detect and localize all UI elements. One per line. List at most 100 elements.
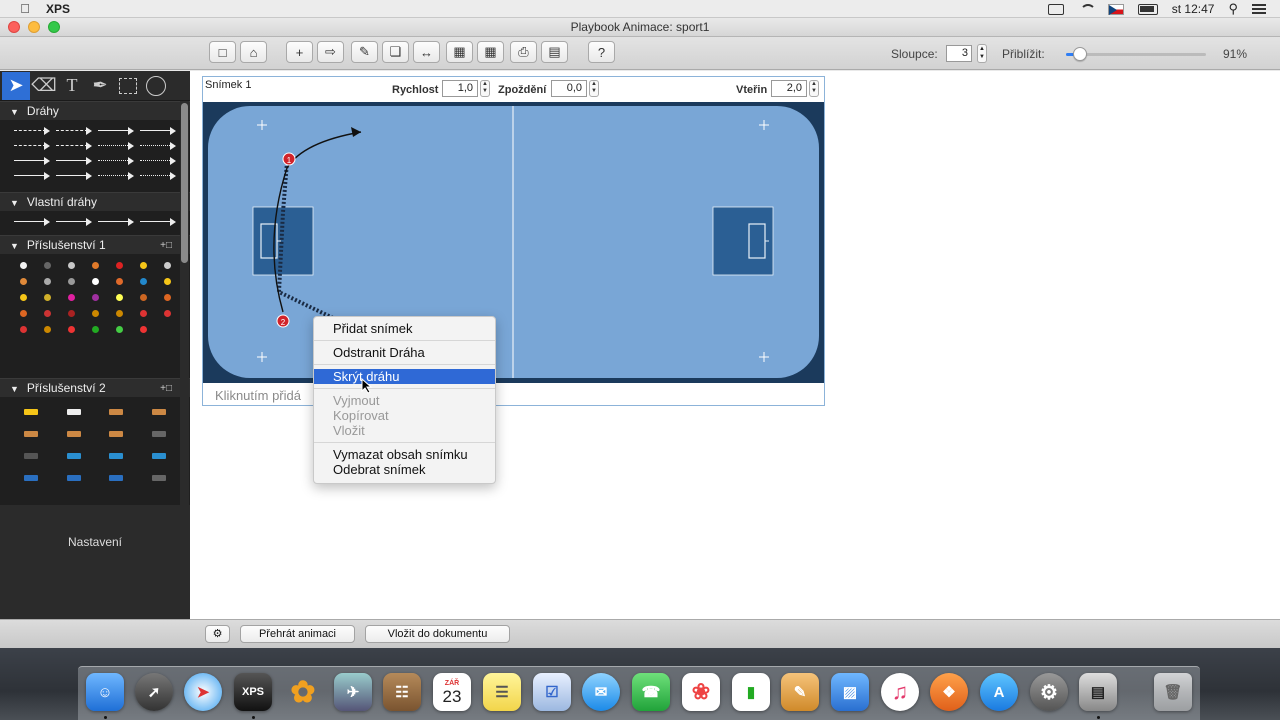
pages-icon[interactable]: ✎ (781, 673, 819, 711)
accessory-item[interactable] (108, 322, 130, 336)
path-item[interactable] (54, 124, 94, 137)
palette-scrollbar[interactable] (180, 101, 189, 531)
accessory-item[interactable] (108, 274, 130, 288)
path-item[interactable] (54, 154, 94, 167)
seconds-field[interactable]: 2,0 (771, 80, 807, 97)
path-item[interactable] (12, 154, 52, 167)
open-folder-button[interactable]: ⌂ (240, 41, 267, 63)
accessory-item[interactable] (156, 306, 178, 320)
accessory-item[interactable] (57, 449, 92, 463)
flower-app-icon[interactable]: ✿ (284, 673, 322, 711)
accessory-item[interactable] (84, 290, 106, 304)
calendar-icon[interactable]: ZÁŘ 23 (433, 673, 471, 711)
accessory-item[interactable] (57, 405, 92, 419)
close-window-button[interactable] (8, 21, 20, 33)
section-custom-paths[interactable]: ▼ Vlastní dráhy (0, 192, 190, 211)
columns-field[interactable]: 3 (946, 45, 972, 62)
path-item[interactable] (96, 169, 136, 182)
path-item[interactable] (138, 124, 178, 137)
section-accessories-1[interactable]: ▼ Příslušenství 1 +□ (0, 235, 190, 254)
accessory-item[interactable] (60, 274, 82, 288)
path-item[interactable] (138, 169, 178, 182)
accessory-item[interactable] (156, 274, 178, 288)
accessory-item[interactable] (108, 290, 130, 304)
path-item[interactable] (138, 154, 178, 167)
export-pdf-button[interactable]: ▤ (541, 41, 568, 63)
notes-icon[interactable]: ☰ (483, 673, 521, 711)
accessory-item[interactable] (60, 290, 82, 304)
print-button[interactable]: ⎙ (510, 41, 537, 63)
custom-path-item[interactable] (54, 215, 94, 228)
accessory-item[interactable] (14, 471, 49, 485)
accessory-item[interactable] (12, 274, 34, 288)
accessory-item[interactable] (14, 427, 49, 441)
xps-app-icon[interactable]: XPS (234, 673, 272, 711)
speed-field[interactable]: 1,0 (442, 80, 478, 97)
section-paths[interactable]: ▼ Dráhy (0, 101, 190, 120)
accessory-item[interactable] (84, 258, 106, 272)
accessory-item[interactable] (57, 471, 92, 485)
accessory-item[interactable] (84, 274, 106, 288)
insert-into-document-button[interactable]: Vložit do dokumentu (365, 625, 510, 643)
input-source-flag-icon[interactable] (1107, 3, 1124, 15)
accessory-item[interactable] (142, 405, 177, 419)
accessory-item[interactable] (36, 258, 58, 272)
court-drawing[interactable]: 1 2 (203, 102, 824, 383)
accessory-item[interactable] (12, 290, 34, 304)
settings-gear-button[interactable]: ⚙ (205, 625, 230, 643)
help-button[interactable]: ? (588, 41, 615, 63)
accessory-item[interactable] (57, 427, 92, 441)
resize-button[interactable]: ↔ (413, 41, 440, 63)
menu-item-remove-path[interactable]: Odstranit Dráha (314, 345, 495, 360)
accessory-item[interactable] (84, 306, 106, 320)
accessory-item[interactable] (99, 449, 134, 463)
accessory-item[interactable] (12, 258, 34, 272)
battery-icon[interactable] (1137, 3, 1158, 15)
accessory-item[interactable] (108, 306, 130, 320)
photos-icon[interactable]: ❀ (682, 673, 720, 711)
accessory-item[interactable] (156, 258, 178, 272)
duplicate-button[interactable]: ❏ (382, 41, 409, 63)
contacts-icon[interactable]: ☷ (383, 673, 421, 711)
new-document-button[interactable]: □ (209, 41, 236, 63)
path-item[interactable] (12, 139, 52, 152)
path-item[interactable] (96, 124, 136, 137)
reminders-icon[interactable]: ☑ (533, 673, 571, 711)
menu-item-delete-frame[interactable]: Odebrat snímek (314, 462, 495, 477)
wifi-icon[interactable] (1078, 3, 1096, 15)
add-frame-button[interactable]: + (286, 41, 313, 63)
frame-card[interactable]: Snímek 1 Rychlost 1,0 ▲ ▼ Zpoždění 0,0 ▲ ▼… (202, 76, 825, 406)
accessory-item[interactable] (99, 405, 134, 419)
rectangle-tool[interactable] (114, 72, 142, 100)
video-app-icon[interactable]: ▤ (1079, 673, 1117, 711)
custom-path-item[interactable] (138, 215, 178, 228)
add-frame-hint[interactable]: Kliknutím přidá (215, 388, 301, 403)
keynote-icon[interactable]: ▨ (831, 673, 869, 711)
delay-field[interactable]: 0,0 (551, 80, 587, 97)
path-item[interactable] (138, 139, 178, 152)
safari-icon[interactable]: ➤ (184, 673, 222, 711)
accessory-item[interactable] (142, 427, 177, 441)
system-preferences-icon[interactable]: ⚙ (1030, 673, 1068, 711)
custom-path-item[interactable] (96, 215, 136, 228)
add-accessory-icon[interactable]: +□ (160, 236, 172, 255)
custom-path-item[interactable] (12, 215, 52, 228)
menu-item-add-frame[interactable]: Přidat snímek (314, 321, 495, 336)
seconds-stepper[interactable]: ▲ ▼ (809, 80, 819, 97)
zoom-slider[interactable] (1066, 53, 1206, 56)
palette-scrollbar-thumb[interactable] (181, 103, 188, 263)
eraser-tool[interactable]: ⌫ (30, 72, 58, 100)
app-menu[interactable]: XPS (46, 2, 70, 16)
notification-center-icon[interactable] (1252, 4, 1266, 14)
accessory-item[interactable] (36, 274, 58, 288)
spotlight-search-icon[interactable]: ⚲ (1228, 1, 1238, 17)
menu-item-hide-path[interactable]: Skrýt dráhu (314, 369, 495, 384)
add-accessory-icon[interactable]: +□ (160, 379, 172, 398)
facetime-icon[interactable]: ☎ (632, 673, 670, 711)
accessory-item[interactable] (12, 322, 34, 336)
accessory-item[interactable] (99, 427, 134, 441)
accessory-item[interactable] (60, 306, 82, 320)
play-animation-button[interactable]: Přehrát animaci (240, 625, 355, 643)
columns-stepper[interactable]: ▲ ▼ (977, 44, 987, 63)
accessory-item[interactable] (142, 471, 177, 485)
